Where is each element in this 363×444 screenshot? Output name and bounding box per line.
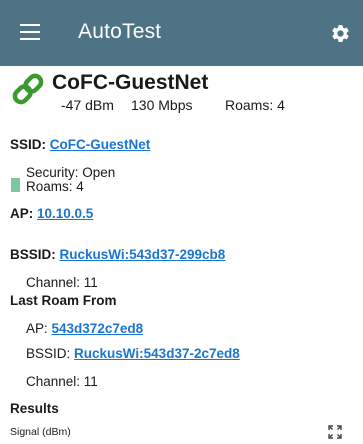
last-roam-bssid-label: BSSID:: [26, 346, 71, 361]
ssid-row: SSID: CoFC-GuestNet: [10, 137, 150, 152]
last-roam-bssid-link[interactable]: RuckusWi:543d37-2c7ed8: [74, 346, 240, 361]
expand-icon[interactable]: [327, 424, 343, 440]
roam-count: Roams: 4: [225, 97, 285, 113]
ap-row: AP: 10.10.0.5: [10, 206, 93, 221]
last-roam-ap-row: AP: 543d372c7ed8: [26, 321, 143, 336]
gear-icon[interactable]: [330, 23, 351, 44]
last-roam-bssid-row: BSSID: RuckusWi:543d37-2c7ed8: [26, 346, 240, 361]
ssid-link[interactable]: CoFC-GuestNet: [50, 137, 151, 152]
ap-label: AP:: [10, 206, 34, 221]
ssid-roams-text: Roams: 4: [26, 179, 84, 194]
last-roam-channel-text: Channel: 11: [26, 374, 98, 389]
channel-text: Channel: 11: [26, 275, 98, 290]
ap-link[interactable]: 10.10.0.5: [37, 206, 93, 221]
roam-indicator: [11, 178, 20, 192]
network-name: CoFC-GuestNet: [52, 71, 209, 94]
bssid-row: BSSID: RuckusWi:543d37-299cb8: [10, 247, 225, 262]
last-roam-ap-link[interactable]: 543d372c7ed8: [52, 321, 144, 336]
results-heading: Results: [10, 401, 59, 416]
signal-strength: -47 dBm: [61, 97, 114, 113]
signal-chart-label: Signal (dBm): [10, 426, 71, 438]
last-roam-heading: Last Roam From: [10, 293, 117, 308]
hamburger-menu-icon[interactable]: [20, 24, 40, 42]
app-title: AutoTest: [78, 20, 162, 43]
bssid-label: BSSID:: [10, 247, 56, 262]
app-bar: AutoTest: [0, 0, 363, 66]
data-rate: 130 Mbps: [131, 97, 193, 113]
security-text: Security: Open: [26, 165, 116, 180]
bssid-link[interactable]: RuckusWi:543d37-299cb8: [60, 247, 226, 262]
ssid-label: SSID:: [10, 137, 47, 152]
link-icon: [10, 71, 46, 107]
last-roam-ap-label: AP:: [26, 321, 48, 336]
